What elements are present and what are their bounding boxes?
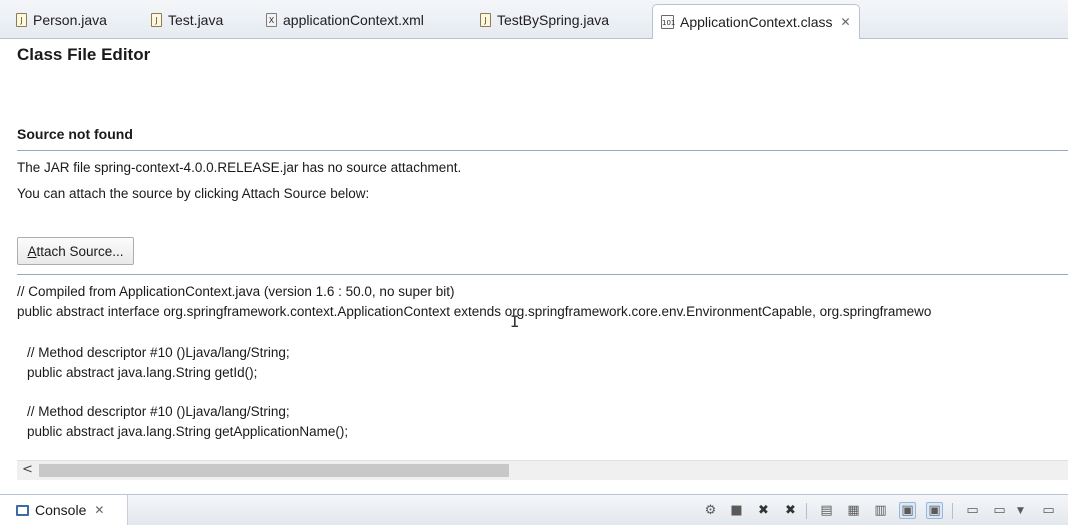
- tab-label: applicationContext.xml: [283, 12, 424, 28]
- tab-application-context-xml[interactable]: X applicationContext.xml: [266, 5, 424, 35]
- tab-label: ApplicationContext.class: [680, 14, 833, 30]
- button-mnemonic: A: [27, 243, 37, 259]
- section-divider: [17, 150, 1068, 151]
- show-on-stdout-icon[interactable]: ▣: [899, 502, 916, 519]
- tab-test-by-spring-java[interactable]: J TestBySpring.java: [480, 5, 609, 35]
- editor-tab-bar: J Person.java J Test.java X applicationC…: [0, 0, 1068, 39]
- code-line: // Method descriptor #10 ()Ljava/lang/St…: [27, 404, 290, 419]
- toolbar-separator: [952, 503, 953, 519]
- tab-label: Console: [35, 502, 87, 518]
- toolbar-separator: [806, 503, 807, 519]
- attach-hint-message: You can attach the source by clicking At…: [17, 186, 370, 201]
- pin-console-icon[interactable]: ⚙: [702, 502, 719, 519]
- remove-all-terminated-icon[interactable]: ✖: [782, 502, 799, 519]
- tab-console[interactable]: Console ✕: [0, 495, 128, 525]
- scrollbar-thumb[interactable]: [39, 464, 509, 477]
- tab-label: TestBySpring.java: [497, 12, 610, 28]
- button-label: ttach Source...: [36, 243, 124, 259]
- console-panel-bar: Console ✕ ⚙ ■ ✖ ✖ ▤ ▦ ▥ ▣ ▣ ▭ ▭ ▼ ▭: [0, 494, 1068, 525]
- class-file-icon: 101: [661, 15, 675, 29]
- show-on-stderr-icon[interactable]: ▣: [926, 502, 943, 519]
- display-console-icon[interactable]: ▭: [991, 502, 1008, 519]
- attach-source-button[interactable]: Attach Source...: [17, 237, 134, 265]
- code-line: public abstract java.lang.String getAppl…: [27, 424, 349, 439]
- code-line: // Method descriptor #10 ()Ljava/lang/St…: [27, 345, 290, 360]
- page-title: Class File Editor: [17, 45, 151, 64]
- source-not-found-heading: Source not found: [17, 126, 133, 142]
- remove-launch-icon[interactable]: ✖: [755, 502, 772, 519]
- code-line: // Compiled from ApplicationContext.java…: [17, 284, 455, 299]
- terminate-icon[interactable]: ■: [728, 502, 745, 519]
- tab-label: Person.java: [33, 12, 107, 28]
- java-file-icon: J: [16, 13, 27, 27]
- tab-test-java[interactable]: J Test.java: [151, 5, 223, 35]
- tab-application-context-class[interactable]: 101 ApplicationContext.class ✕: [652, 4, 860, 39]
- xml-file-icon: X: [266, 13, 277, 27]
- close-icon[interactable]: ✕: [841, 15, 851, 29]
- tab-label: Test.java: [168, 12, 224, 28]
- chevron-down-icon[interactable]: ▼: [1012, 502, 1029, 519]
- scroll-lock-icon[interactable]: ▤: [818, 502, 835, 519]
- java-file-icon: J: [480, 13, 491, 27]
- new-console-icon[interactable]: ▭: [1040, 502, 1057, 519]
- text-cursor-icon: I: [510, 312, 520, 331]
- code-line: public abstract java.lang.String getId()…: [27, 365, 258, 380]
- horizontal-scrollbar[interactable]: <: [17, 460, 1068, 480]
- code-line: public abstract interface org.springfram…: [17, 304, 932, 319]
- tab-person-java[interactable]: J Person.java: [16, 5, 107, 35]
- console-icon: [16, 504, 29, 516]
- java-file-icon: J: [151, 13, 162, 27]
- no-source-message: The JAR file spring-context-4.0.0.RELEAS…: [17, 160, 462, 175]
- code-divider: [17, 274, 1068, 275]
- show-on-output-icon[interactable]: ▥: [872, 502, 889, 519]
- close-icon[interactable]: ✕: [94, 503, 104, 517]
- scroll-left-icon[interactable]: <: [22, 462, 33, 477]
- open-console-icon[interactable]: ▭: [964, 502, 981, 519]
- word-wrap-icon[interactable]: ▦: [845, 502, 862, 519]
